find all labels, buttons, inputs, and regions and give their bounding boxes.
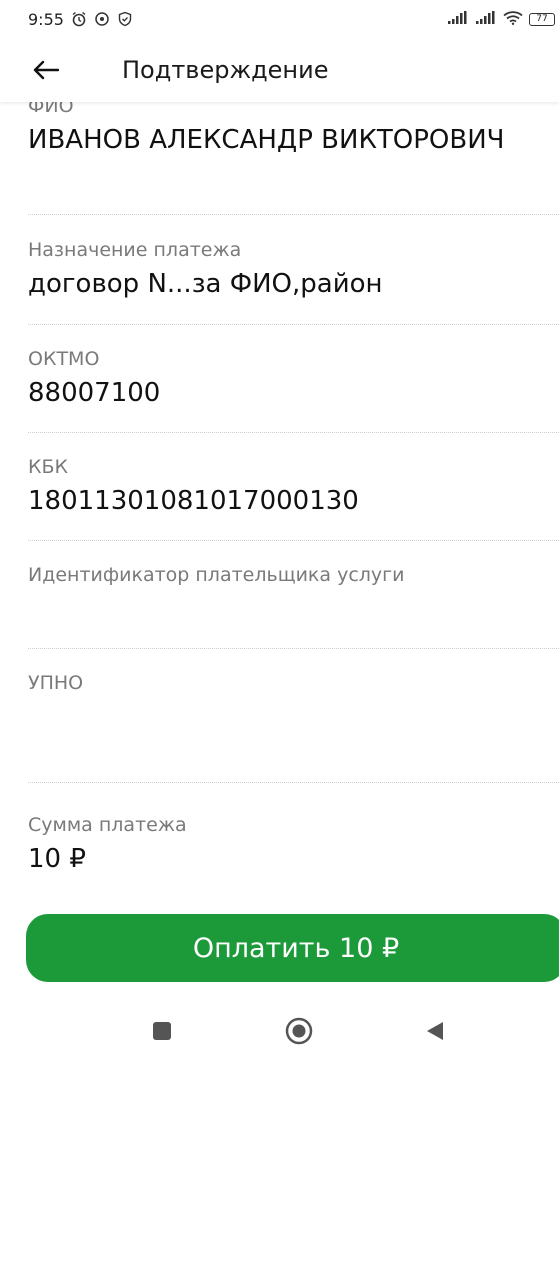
home-icon <box>285 1017 313 1045</box>
field-label: КБК <box>28 456 69 478</box>
recent-apps-icon <box>153 1022 171 1040</box>
field-label: УПНО <box>28 672 84 694</box>
field-oktmo: ОКТМО 88007100 <box>28 347 559 409</box>
divider <box>28 540 559 541</box>
divider <box>28 432 559 433</box>
field-label: Сумма платежа <box>28 814 187 836</box>
field-label: ФИО <box>28 102 74 117</box>
back-triangle-icon <box>427 1022 443 1040</box>
field-label: Назначение платежа <box>28 239 242 261</box>
divider <box>28 214 559 215</box>
status-left: 9:55 <box>28 10 133 29</box>
field-value: 88007100 <box>28 378 161 408</box>
shield-icon <box>94 11 110 27</box>
field-value: 10 ₽ <box>28 844 86 874</box>
page-title: Подтверждение <box>122 56 329 84</box>
status-time: 9:55 <box>28 9 64 29</box>
divider <box>28 324 559 325</box>
field-value: ИВАНОВ АЛЕКСАНДР ВИКТОРОВИЧ <box>28 125 505 155</box>
pay-button[interactable]: Оплатить 10 ₽ <box>26 914 559 982</box>
field-fio: ФИО ИВАНОВ АЛЕКСАНДР ВИКТОРОВИЧ <box>28 102 559 156</box>
field-upno: УПНО <box>28 671 559 701</box>
system-nav-bar <box>0 1005 559 1057</box>
field-kbk: КБК 18011301081017000130 <box>28 455 559 517</box>
signal-icon <box>475 10 497 29</box>
home-button[interactable] <box>277 1009 321 1053</box>
arrow-left-icon <box>33 60 59 80</box>
alarm-icon <box>71 11 87 27</box>
wifi-icon <box>503 10 523 29</box>
battery-icon: 77 <box>529 12 555 26</box>
back-button[interactable] <box>28 52 64 88</box>
field-payment-purpose: Назначение платежа договор N...за ФИО,ра… <box>28 238 559 300</box>
system-back-button[interactable] <box>413 1009 457 1053</box>
recent-apps-button[interactable] <box>140 1009 184 1053</box>
field-label: Идентификатор плательщика услуги <box>28 564 405 586</box>
shield-check-icon <box>117 11 133 27</box>
signal-icon <box>447 10 469 29</box>
field-amount: Сумма платежа 10 ₽ <box>28 813 559 875</box>
field-payer-id: Идентификатор плательщика услуги <box>28 563 559 593</box>
field-value: 18011301081017000130 <box>28 486 359 516</box>
field-value: договор N...за ФИО,район <box>28 269 383 299</box>
confirmation-details[interactable]: ФИО ИВАНОВ АЛЕКСАНДР ВИКТОРОВИЧ Назначен… <box>0 102 559 892</box>
app-header: Подтверждение <box>0 38 559 102</box>
divider <box>28 782 559 783</box>
divider <box>28 648 559 649</box>
field-label: ОКТМО <box>28 348 100 370</box>
status-right: 77 <box>447 10 555 29</box>
status-bar: 9:55 77 <box>0 0 559 38</box>
